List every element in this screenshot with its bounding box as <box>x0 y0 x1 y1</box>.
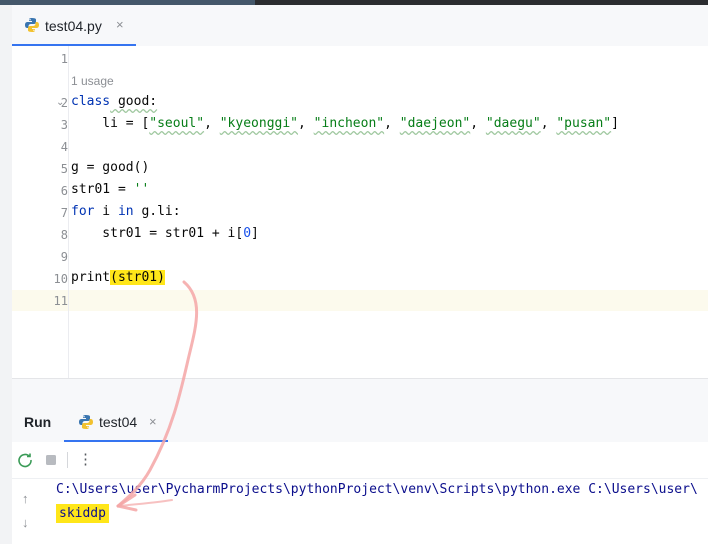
code-line-8: str01 = str01 + i[0] <box>71 226 259 241</box>
code-line-3: li = ["seoul", "kyeonggi", "incheon", "d… <box>71 116 619 131</box>
stop-icon[interactable] <box>42 451 60 469</box>
line-number: 4 <box>60 140 68 154</box>
close-icon[interactable]: × <box>116 17 124 32</box>
line-number: 5 <box>60 162 68 176</box>
rerun-icon[interactable] <box>16 451 34 469</box>
code-text: ] <box>251 226 259 241</box>
string-literal: "daegu" <box>485 116 541 131</box>
console-gutter: ↑ ↓ <box>12 479 44 544</box>
code-line-10: print(str01) <box>71 270 165 285</box>
keyword: for <box>71 204 95 219</box>
python-run-icon <box>79 415 93 429</box>
editor-tab-label: test04.py <box>45 18 102 34</box>
code-text: str01 = <box>71 182 134 197</box>
string-literal: "incheon" <box>313 116 385 131</box>
code-text: str01 = str01 + i[ <box>71 226 244 241</box>
close-icon[interactable]: × <box>149 414 157 429</box>
code-line-6: str01 = '' <box>71 182 149 197</box>
usage-hint[interactable]: 1 usage <box>71 74 114 88</box>
code-text: li = [ <box>71 116 150 131</box>
fold-chevron-icon[interactable]: ⌄ <box>56 97 64 108</box>
code-line-5: g = good() <box>71 160 150 175</box>
line-number: 3 <box>60 118 68 132</box>
string-literal: "kyeonggi" <box>219 116 299 131</box>
console-command-line: C:\Users\user\PycharmProjects\pythonProj… <box>56 482 698 497</box>
gutter-divider <box>68 46 69 378</box>
run-tab-test04[interactable]: test04 × <box>64 402 168 443</box>
code-text: good: <box>110 94 158 109</box>
line-number: 9 <box>60 250 68 264</box>
keyword: class <box>71 94 111 109</box>
code-text: i <box>94 204 118 219</box>
code-text: g.li: <box>133 204 181 219</box>
highlighted-argument: (str01) <box>110 270 165 285</box>
code-line-7: for i in g.li: <box>71 204 181 219</box>
editor-tab-test04[interactable]: test04.py × <box>12 5 136 47</box>
run-tab-label: test04 <box>99 414 138 430</box>
run-panel-title: Run <box>24 414 52 430</box>
line-number: 1 <box>60 52 68 66</box>
scroll-up-icon[interactable]: ↑ <box>22 491 29 506</box>
builtin-function: print <box>71 270 111 285</box>
code-editor[interactable]: 1 2 ⌄ 3 5 4 6 7 8 9 10 11 1 usage class … <box>12 46 708 378</box>
console-output-line: skiddp <box>56 504 109 523</box>
string-literal: "daejeon" <box>399 116 471 131</box>
more-options-icon[interactable]: ⋮ <box>78 450 96 468</box>
line-number: 10 <box>53 272 68 286</box>
keyword: in <box>117 204 134 219</box>
string-literal: '' <box>133 182 150 197</box>
line-number: 7 <box>60 206 68 220</box>
number-literal: 0 <box>243 226 252 241</box>
string-literal: "pusan" <box>556 116 612 131</box>
line-number-gutter: 1 2 ⌄ 3 5 4 6 7 8 9 10 11 <box>12 46 68 378</box>
current-line-highlight <box>12 290 708 311</box>
console-output[interactable]: ↑ ↓ C:\Users\user\PycharmProjects\python… <box>12 479 708 544</box>
run-toolbar: ⋮ <box>12 442 708 479</box>
line-number: 8 <box>60 228 68 242</box>
code-line-2: class good: <box>71 94 157 109</box>
string-literal: "seoul" <box>149 116 205 131</box>
run-panel-header: Run test04 × <box>12 402 708 443</box>
editor-tab-bar: test04.py × <box>12 5 708 47</box>
panel-divider[interactable] <box>12 378 708 403</box>
scroll-down-icon[interactable]: ↓ <box>22 515 29 530</box>
line-number: 11 <box>53 294 68 308</box>
line-number: 6 <box>60 184 68 198</box>
toolbar-separator <box>67 452 68 468</box>
python-file-icon <box>25 18 39 32</box>
